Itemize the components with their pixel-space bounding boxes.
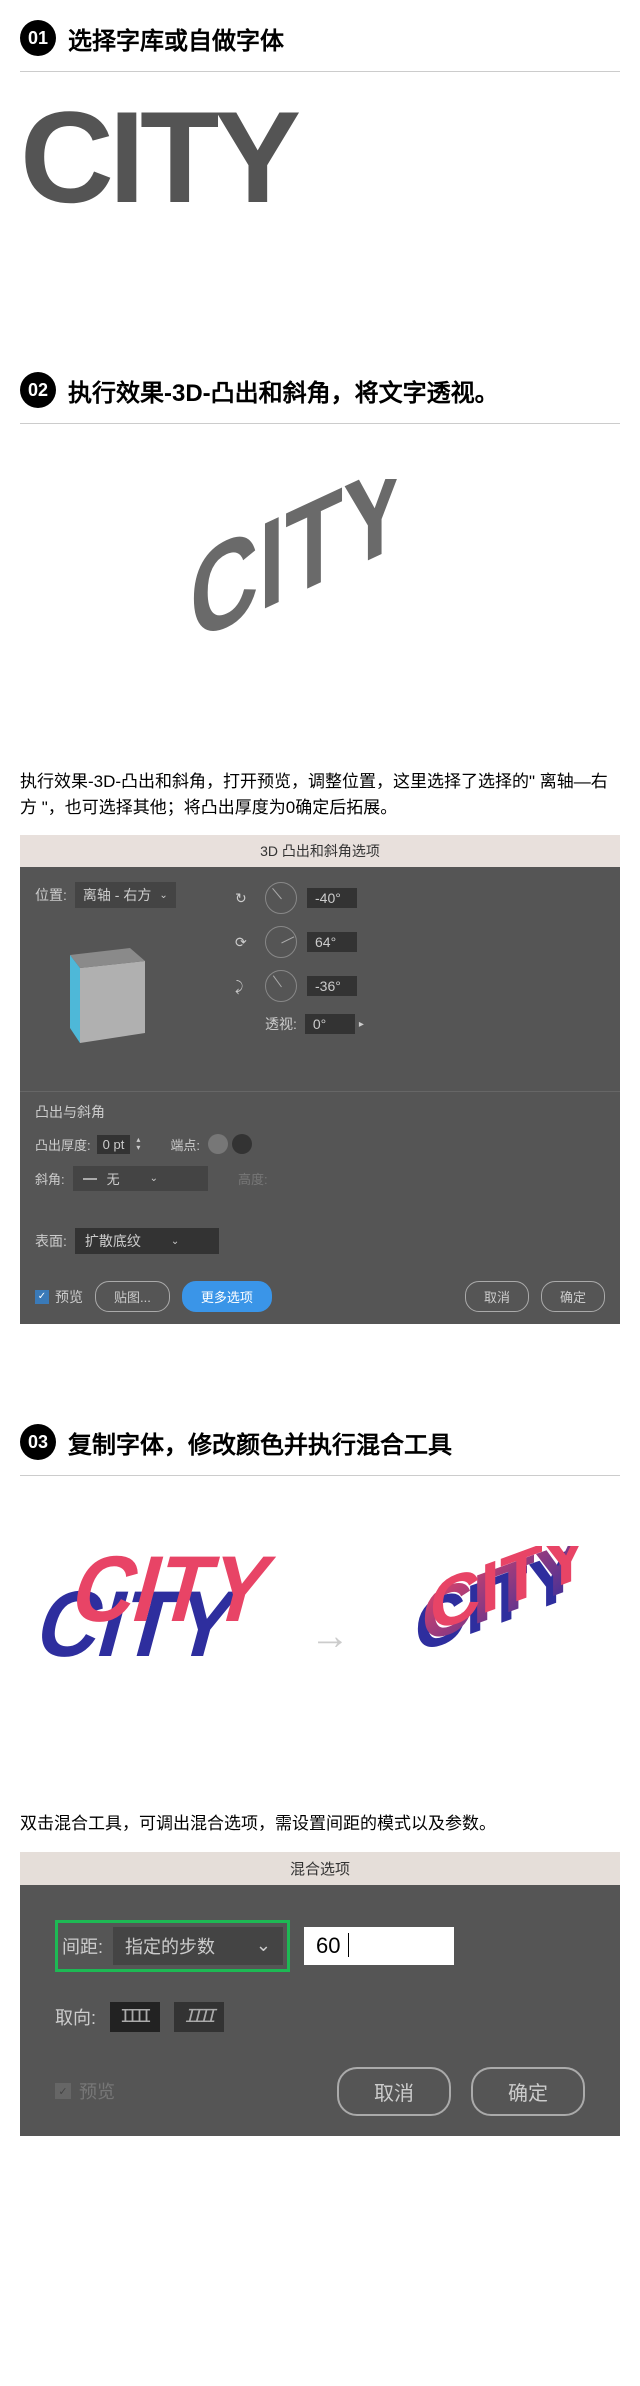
- spacing-value: 指定的步数: [125, 1933, 215, 1959]
- perspective-value[interactable]: 0°: [305, 1014, 355, 1034]
- step-3-description: 双击混合工具，可调出混合选项，需设置间距的模式以及参数。: [0, 1796, 640, 1852]
- angle-dial-y[interactable]: [265, 926, 297, 958]
- preview-checkbox[interactable]: ✓ 预览: [35, 1287, 83, 1307]
- cap-off-icon[interactable]: [232, 1134, 252, 1154]
- surface-dropdown[interactable]: 扩散底纹 ⌄: [75, 1228, 219, 1254]
- depth-input[interactable]: 0 pt: [97, 1135, 131, 1154]
- angle-dial-z[interactable]: [265, 970, 297, 1002]
- chevron-down-icon: ⌄: [150, 1173, 158, 1184]
- position-dropdown[interactable]: 离轴 - 右方 ⌄: [75, 882, 176, 908]
- step-number-badge: 01: [20, 20, 56, 56]
- step-title: 复制字体，修改颜色并执行混合工具: [68, 1425, 452, 1460]
- orient-align-path-icon[interactable]: ⵊⵊⵊⵊ: [174, 2002, 224, 2032]
- rotate-x-icon: ↻: [235, 890, 255, 907]
- dialog-title: 3D 凸出和斜角选项: [20, 835, 620, 867]
- angle-x-value[interactable]: -40°: [307, 888, 357, 908]
- ok-button[interactable]: 确定: [471, 2067, 585, 2116]
- step-3-section: 03 复制字体，修改颜色并执行混合工具: [0, 1404, 640, 1460]
- step-1-section: 01 选择字库或自做字体: [0, 0, 640, 56]
- chevron-down-icon: ⌄: [171, 1236, 179, 1247]
- steps-input[interactable]: 60: [304, 1927, 454, 1965]
- highlighted-spacing-control: 间距: 指定的步数 ⌄: [55, 1920, 290, 1972]
- cap-on-icon[interactable]: [208, 1134, 228, 1154]
- step-2-section: 02 执行效果-3D-凸出和斜角，将文字透视。: [0, 352, 640, 408]
- depth-label: 凸出厚度:: [35, 1135, 91, 1154]
- orient-align-page-icon[interactable]: ⵊⵊⵊⵊ: [110, 2002, 160, 2032]
- orientation-label: 取向:: [55, 2004, 96, 2030]
- step-title: 执行效果-3D-凸出和斜角，将文字透视。: [68, 373, 499, 408]
- position-label: 位置:: [35, 885, 67, 905]
- angle-y-value[interactable]: 64°: [307, 932, 357, 952]
- spacing-dropdown[interactable]: 指定的步数 ⌄: [113, 1927, 283, 1965]
- step-2-description: 执行效果-3D-凸出和斜角，打开预览，调整位置，这里选择了选择的" 离轴—右方 …: [0, 754, 640, 835]
- height-label-disabled: 高度:: [238, 1169, 268, 1188]
- blend-options-dialog: 混合选项 间距: 指定的步数 ⌄ 60 取向: ⵊⵊⵊⵊ ⵊⵊⵊⵊ: [20, 1852, 620, 2136]
- step-title: 选择字库或自做字体: [68, 21, 284, 56]
- step-number-badge: 02: [20, 372, 56, 408]
- angle-z-value[interactable]: -36°: [307, 976, 357, 996]
- svg-text:CITY: CITY: [190, 479, 406, 670]
- depth-stepper[interactable]: ▴▾: [136, 1136, 140, 1152]
- city-display-text: CITY: [0, 72, 640, 352]
- surface-label: 表面:: [35, 1231, 67, 1251]
- position-value: 离轴 - 右方: [83, 885, 151, 905]
- rotate-z-icon: ⤸: [235, 978, 255, 995]
- extrude-section-title: 凸出与斜角: [35, 1102, 605, 1122]
- cancel-button[interactable]: 取消: [337, 2067, 451, 2116]
- step-header: 01 选择字库或自做字体: [20, 20, 620, 56]
- dialog-title: 混合选项: [20, 1852, 620, 1885]
- city-skewed-text: CITY: [180, 479, 460, 699]
- step-header: 02 执行效果-3D-凸出和斜角，将文字透视。: [20, 372, 620, 408]
- stepper-icon[interactable]: ▸: [359, 1019, 364, 1030]
- checkbox-disabled-icon: ✓: [55, 2083, 71, 2099]
- checkbox-checked-icon: ✓: [35, 1290, 49, 1304]
- chevron-down-icon: ⌄: [256, 1935, 271, 1956]
- ok-button[interactable]: 确定: [541, 1281, 605, 1312]
- step-number-badge: 03: [20, 1424, 56, 1460]
- city-red-layer: CITY: [61, 1536, 284, 1644]
- perspective-label: 透视:: [265, 1014, 297, 1034]
- preview-checkbox-disabled: ✓ 预览: [55, 2078, 115, 2104]
- rotate-y-icon: ⟳: [235, 934, 255, 951]
- spacing-label: 间距:: [62, 1933, 103, 1959]
- preview-label: 预览: [55, 1287, 83, 1307]
- cancel-button[interactable]: 取消: [465, 1281, 529, 1312]
- surface-value: 扩散底纹: [85, 1231, 141, 1251]
- arrow-right-icon: →: [310, 1614, 350, 1659]
- 3d-extrude-dialog: 3D 凸出和斜角选项 位置: 离轴 - 右方 ⌄ ↻ -40°: [20, 835, 620, 1324]
- cap-label: 端点:: [170, 1135, 200, 1154]
- preview-label: 预览: [79, 2078, 115, 2104]
- city-3d-preview: CITY: [0, 424, 640, 754]
- chevron-down-icon: ⌄: [159, 890, 167, 901]
- step-header: 03 复制字体，修改颜色并执行混合工具: [20, 1424, 620, 1460]
- bevel-none-icon: [83, 1178, 97, 1180]
- bevel-value: 无: [107, 1169, 120, 1188]
- blend-preview-area: CITY CITY → CITY CITY CITY: [0, 1476, 640, 1796]
- city-overlay-before: CITY CITY: [50, 1536, 250, 1736]
- bevel-label: 斜角:: [35, 1169, 65, 1188]
- more-options-button[interactable]: 更多选项: [182, 1281, 272, 1312]
- angle-dial-x[interactable]: [265, 882, 297, 914]
- map-art-button[interactable]: 贴图...: [95, 1281, 170, 1312]
- city-blended-result: CITY CITY CITY: [410, 1546, 590, 1726]
- 3d-cube-preview[interactable]: [45, 933, 185, 1073]
- bevel-dropdown[interactable]: 无 ⌄: [73, 1166, 208, 1191]
